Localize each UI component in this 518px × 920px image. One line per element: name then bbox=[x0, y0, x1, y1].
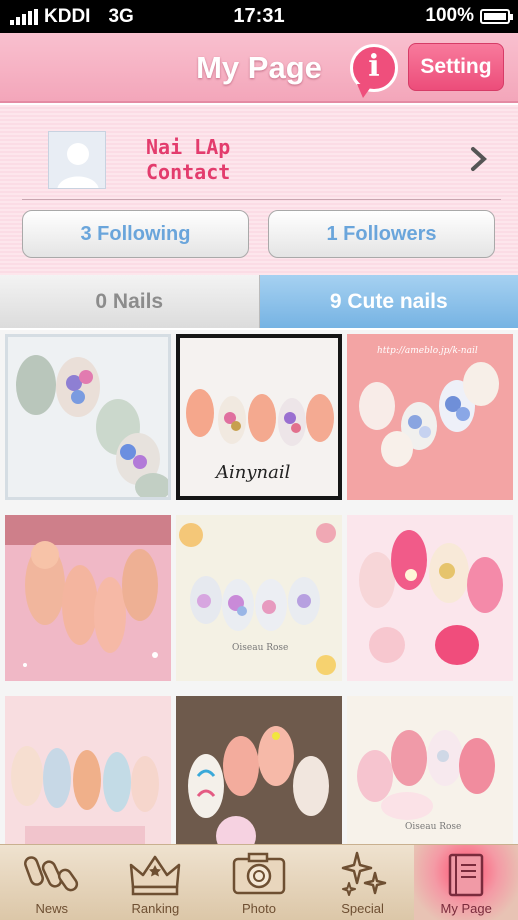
gallery-item[interactable] bbox=[176, 696, 342, 844]
battery-status: 100% bbox=[425, 5, 513, 27]
tab-cute-nails[interactable]: 9 Cute nails bbox=[259, 275, 518, 328]
nav-bar: My Page i Setting bbox=[0, 33, 518, 103]
gallery-item[interactable]: Oiseau Rose bbox=[176, 515, 342, 681]
gallery-item[interactable]: Ainynail bbox=[176, 334, 342, 500]
gallery-caption: Oiseau Rose bbox=[405, 822, 462, 832]
tab-news[interactable]: News bbox=[0, 845, 104, 920]
tab-my-page[interactable]: My Page bbox=[414, 845, 518, 920]
tab-nails[interactable]: 0 Nails bbox=[0, 275, 260, 328]
battery-percent: 100% bbox=[425, 5, 474, 26]
battery-icon bbox=[480, 8, 513, 24]
gallery-caption: http://ameblo.jp/k-nail bbox=[377, 346, 478, 356]
divider bbox=[22, 199, 501, 200]
avatar[interactable] bbox=[48, 131, 106, 189]
tab-label: Ranking bbox=[131, 901, 180, 916]
book-icon bbox=[448, 853, 484, 897]
following-button[interactable]: 3 Following bbox=[22, 210, 249, 258]
camera-icon bbox=[232, 852, 286, 895]
gallery-caption: Ainynail bbox=[216, 462, 291, 483]
gallery-item[interactable] bbox=[5, 515, 171, 681]
followers-button[interactable]: 1 Followers bbox=[268, 210, 495, 258]
chevron-right-icon[interactable] bbox=[470, 146, 488, 172]
gallery-item[interactable] bbox=[5, 334, 171, 500]
nails-icon bbox=[23, 856, 78, 892]
photo-grid: Ainynail http://ameblo.jp/k-nail Oiseau … bbox=[0, 330, 518, 844]
profile-section: Nai LAp Contact 3 Following 1 Followers bbox=[0, 105, 518, 275]
gallery-item[interactable] bbox=[5, 696, 171, 844]
crown-icon bbox=[130, 855, 181, 896]
gallery-item[interactable] bbox=[347, 515, 513, 681]
tab-label: Photo bbox=[241, 901, 276, 916]
tab-label: My Page bbox=[440, 901, 492, 916]
tab-ranking[interactable]: Ranking bbox=[104, 845, 208, 920]
profile-name[interactable]: Nai LAp Contact bbox=[146, 135, 230, 185]
tab-label: News bbox=[35, 901, 69, 916]
tab-photo[interactable]: Photo bbox=[207, 845, 311, 920]
profile-name-line1: Nai LAp bbox=[146, 135, 231, 159]
profile-name-line2: Contact bbox=[146, 160, 231, 184]
gallery-item[interactable]: http://ameblo.jp/k-nail bbox=[347, 334, 513, 500]
bottom-tab-bar: News Ranking Photo Special My Page bbox=[0, 844, 518, 920]
gallery-caption: Oiseau Rose bbox=[232, 643, 289, 653]
info-bubble-icon[interactable]: i bbox=[350, 44, 398, 98]
sparkle-icon bbox=[341, 851, 386, 896]
status-bar: KDDI 3G 17:31 100% bbox=[0, 0, 518, 33]
segment-tabs: 0 Nails 9 Cute nails bbox=[0, 275, 518, 328]
tab-label: Special bbox=[341, 901, 384, 916]
tab-special[interactable]: Special bbox=[311, 845, 415, 920]
setting-button[interactable]: Setting bbox=[408, 43, 504, 91]
gallery-item[interactable]: Oiseau Rose bbox=[347, 696, 513, 844]
